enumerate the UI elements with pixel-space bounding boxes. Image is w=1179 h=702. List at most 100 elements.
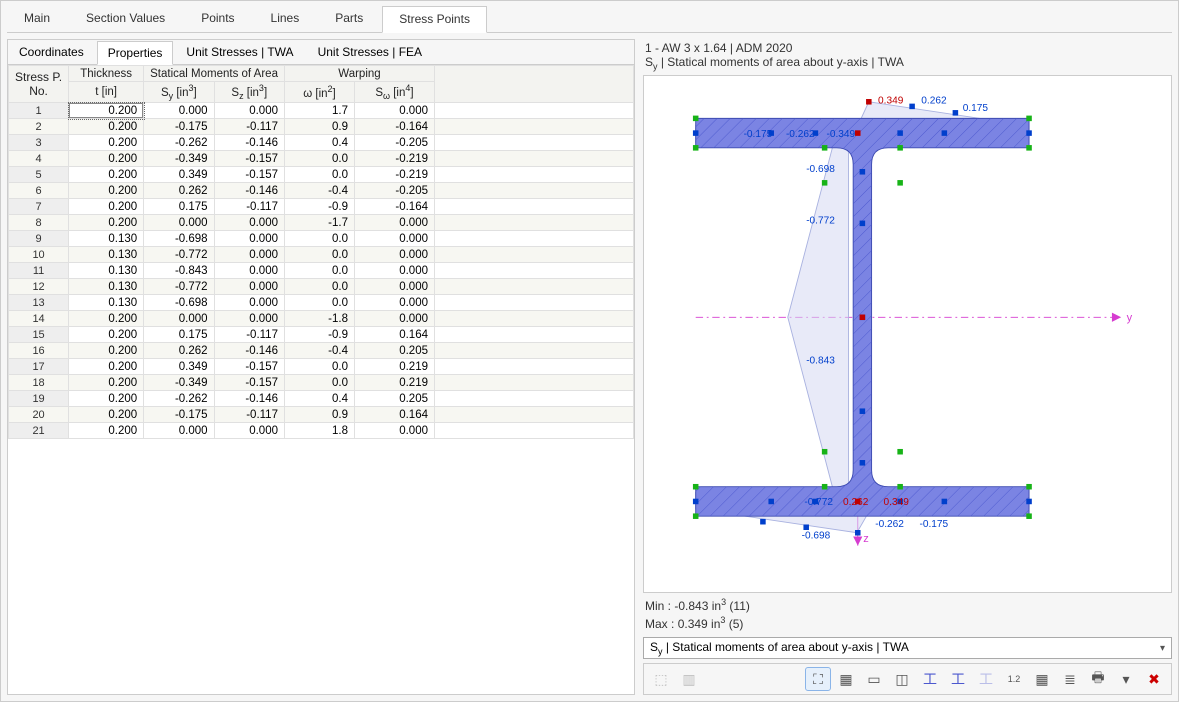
cell-sz[interactable]: -0.117: [214, 119, 284, 135]
cell-sw[interactable]: 0.205: [354, 343, 434, 359]
cell-t[interactable]: 0.200: [69, 391, 144, 407]
sub-tab-unit-stresses-twa[interactable]: Unit Stresses | TWA: [175, 40, 304, 64]
table-row[interactable]: 70.2000.175-0.117-0.9-0.164: [9, 199, 634, 215]
cell-sz[interactable]: -0.157: [214, 375, 284, 391]
table-row[interactable]: 210.2000.0000.0001.80.000: [9, 423, 634, 439]
cell-omega[interactable]: -1.8: [284, 311, 354, 327]
cell-sz[interactable]: -0.117: [214, 199, 284, 215]
table-row[interactable]: 40.200-0.349-0.1570.0-0.219: [9, 151, 634, 167]
cell-sz[interactable]: -0.157: [214, 151, 284, 167]
cell-sw[interactable]: 0.219: [354, 359, 434, 375]
table-row[interactable]: 20.200-0.175-0.1170.9-0.164: [9, 119, 634, 135]
cell-omega[interactable]: 0.4: [284, 135, 354, 151]
cell-t[interactable]: 0.200: [69, 135, 144, 151]
cell-sz[interactable]: -0.157: [214, 359, 284, 375]
cell-sw[interactable]: 0.000: [354, 263, 434, 279]
table-row[interactable]: 50.2000.349-0.1570.0-0.219: [9, 167, 634, 183]
table-row[interactable]: 80.2000.0000.000-1.70.000: [9, 215, 634, 231]
printer-icon[interactable]: 🖶: [1085, 667, 1111, 691]
cell-sz[interactable]: 0.000: [214, 215, 284, 231]
cell-sz[interactable]: 0.000: [214, 311, 284, 327]
cell-t[interactable]: 0.200: [69, 327, 144, 343]
table-row[interactable]: 30.200-0.262-0.1460.4-0.205: [9, 135, 634, 151]
section-gray-icon[interactable]: 工: [945, 667, 971, 691]
cell-sw[interactable]: -0.164: [354, 199, 434, 215]
top-tab-section-values[interactable]: Section Values: [69, 5, 182, 32]
section-canvas[interactable]: y z 0.3490.: [643, 75, 1172, 593]
cell-omega[interactable]: 1.8: [284, 423, 354, 439]
cell-omega[interactable]: -1.7: [284, 215, 354, 231]
top-tab-points[interactable]: Points: [184, 5, 251, 32]
table-row[interactable]: 120.130-0.7720.0000.00.000: [9, 279, 634, 295]
cell-sz[interactable]: 0.000: [214, 295, 284, 311]
table-row[interactable]: 180.200-0.349-0.1570.00.219: [9, 375, 634, 391]
reset-icon[interactable]: ✖: [1141, 667, 1167, 691]
fit-icon[interactable]: ⛶: [805, 667, 831, 691]
cell-sy[interactable]: 0.349: [144, 167, 214, 183]
cell-sz[interactable]: -0.146: [214, 183, 284, 199]
cell-omega[interactable]: 0.0: [284, 167, 354, 183]
cell-sz[interactable]: 0.000: [214, 279, 284, 295]
cell-sy[interactable]: -0.698: [144, 295, 214, 311]
cell-sy[interactable]: -0.175: [144, 119, 214, 135]
cell-t[interactable]: 0.200: [69, 215, 144, 231]
cell-sy[interactable]: 0.349: [144, 359, 214, 375]
table-row[interactable]: 160.2000.262-0.146-0.40.205: [9, 343, 634, 359]
cell-sy[interactable]: 0.000: [144, 423, 214, 439]
cell-sy[interactable]: 0.175: [144, 327, 214, 343]
cell-t[interactable]: 0.200: [69, 407, 144, 423]
cell-t[interactable]: 0.200: [69, 423, 144, 439]
cell-sy[interactable]: -0.843: [144, 263, 214, 279]
cell-sy[interactable]: 0.000: [144, 311, 214, 327]
cell-sw[interactable]: -0.205: [354, 183, 434, 199]
more-icon[interactable]: ▾: [1113, 667, 1139, 691]
cell-sz[interactable]: -0.146: [214, 135, 284, 151]
cell-sz[interactable]: 0.000: [214, 103, 284, 119]
table-row[interactable]: 130.130-0.6980.0000.00.000: [9, 295, 634, 311]
cell-omega[interactable]: -0.9: [284, 199, 354, 215]
table-row[interactable]: 60.2000.262-0.146-0.4-0.205: [9, 183, 634, 199]
cell-omega[interactable]: 0.0: [284, 231, 354, 247]
section-color-icon[interactable]: 工: [917, 667, 943, 691]
cell-sw[interactable]: 0.164: [354, 407, 434, 423]
table-row[interactable]: 190.200-0.262-0.1460.40.205: [9, 391, 634, 407]
cell-t[interactable]: 0.130: [69, 279, 144, 295]
cell-sz[interactable]: 0.000: [214, 231, 284, 247]
cell-sz[interactable]: -0.146: [214, 391, 284, 407]
cell-sy[interactable]: -0.262: [144, 391, 214, 407]
cell-omega[interactable]: 0.0: [284, 263, 354, 279]
cell-t[interactable]: 0.130: [69, 247, 144, 263]
cell-sy[interactable]: -0.772: [144, 247, 214, 263]
cell-sw[interactable]: 0.000: [354, 423, 434, 439]
cell-omega[interactable]: 0.0: [284, 375, 354, 391]
result-dropdown[interactable]: Sy | Statical moments of area about y-ax…: [643, 637, 1172, 659]
sub-tab-properties[interactable]: Properties: [97, 41, 174, 65]
cell-t[interactable]: 0.200: [69, 359, 144, 375]
cell-omega[interactable]: 0.0: [284, 151, 354, 167]
cell-t[interactable]: 0.200: [69, 199, 144, 215]
cell-sw[interactable]: 0.000: [354, 279, 434, 295]
cell-t[interactable]: 0.200: [69, 375, 144, 391]
cell-sy[interactable]: -0.262: [144, 135, 214, 151]
cell-sy[interactable]: 0.175: [144, 199, 214, 215]
cell-sz[interactable]: -0.157: [214, 167, 284, 183]
cell-omega[interactable]: 0.9: [284, 407, 354, 423]
cell-sy[interactable]: 0.262: [144, 343, 214, 359]
cell-sz[interactable]: 0.000: [214, 263, 284, 279]
top-tab-main[interactable]: Main: [7, 5, 67, 32]
cell-sw[interactable]: 0.205: [354, 391, 434, 407]
cell-t[interactable]: 0.130: [69, 295, 144, 311]
mesh-icon[interactable]: ▦: [1029, 667, 1055, 691]
table-row[interactable]: 150.2000.175-0.117-0.90.164: [9, 327, 634, 343]
view1-icon[interactable]: ◫: [889, 667, 915, 691]
cell-omega[interactable]: 0.9: [284, 119, 354, 135]
cell-sw[interactable]: 0.164: [354, 327, 434, 343]
cell-t[interactable]: 0.130: [69, 231, 144, 247]
table-row[interactable]: 10.2000.0000.0001.70.000: [9, 103, 634, 119]
cell-sw[interactable]: 0.000: [354, 311, 434, 327]
cell-omega[interactable]: 0.0: [284, 295, 354, 311]
cell-t[interactable]: 0.130: [69, 263, 144, 279]
cell-sw[interactable]: 0.000: [354, 215, 434, 231]
cell-sy[interactable]: -0.349: [144, 151, 214, 167]
cell-omega[interactable]: 0.0: [284, 359, 354, 375]
